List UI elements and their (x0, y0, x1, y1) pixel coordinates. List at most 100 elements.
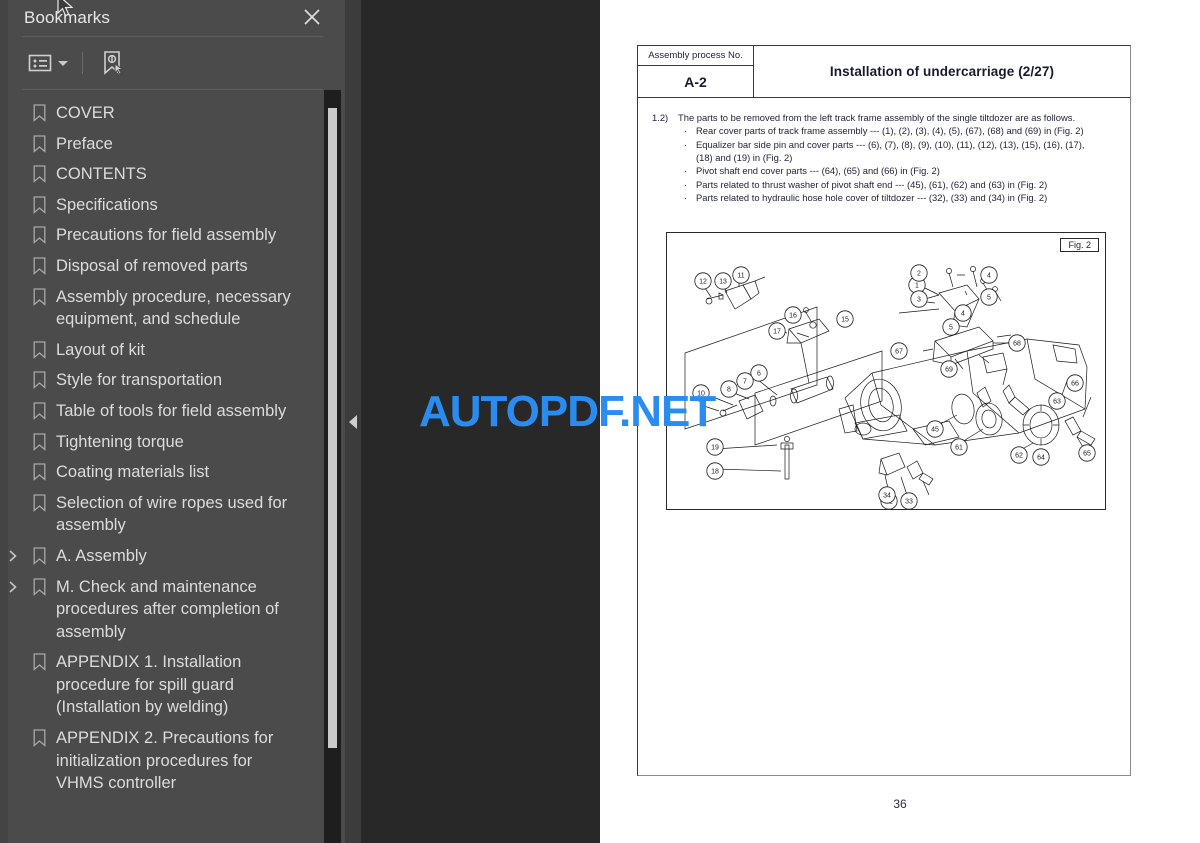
svg-text:4: 4 (961, 311, 965, 318)
page-number: 36 (893, 797, 907, 811)
list-options-icon[interactable] (26, 46, 70, 80)
bullet-marker: · (684, 125, 688, 137)
bullet-continuation: (18) and (19) in (Fig. 2) (696, 152, 793, 164)
bookmark-label: Layout of kit (56, 340, 145, 359)
bookmark-icon (26, 224, 52, 245)
bookmark-item[interactable]: M. Check and maintenance procedures afte… (0, 572, 322, 648)
chevron-down-icon[interactable] (58, 60, 68, 66)
svg-text:6: 6 (757, 371, 761, 378)
bookmark-item[interactable]: Precautions for field assembly (0, 220, 322, 251)
document-title-bar: Assembly process No. A-2 Installation of… (638, 46, 1130, 98)
bookmark-icon (26, 163, 52, 184)
bookmark-item[interactable]: A. Assembly (0, 541, 322, 572)
bookmark-label: Style for transportation (56, 371, 222, 390)
bookmark-item[interactable]: Tightening torque (0, 427, 322, 458)
bookmark-item[interactable]: Style for transportation (0, 365, 322, 396)
add-bookmark-icon[interactable] (97, 46, 127, 80)
section-paragraph: 1.2) The parts to be removed from the le… (646, 111, 1120, 124)
svg-text:62: 62 (1015, 453, 1023, 460)
bookmark-icon (26, 727, 52, 747)
bookmark-item[interactable]: Table of tools for field assembly (0, 396, 322, 427)
bullet-text: Rear cover parts of track frame assembly… (696, 125, 1084, 137)
chevron-right-icon[interactable] (0, 576, 26, 594)
bookmark-item[interactable]: Coating materials list (0, 457, 322, 488)
undercarriage-exploded-diagram: 1234545678101112131516171819323334456162… (684, 264, 1096, 509)
bookmark-icon (26, 102, 52, 122)
bookmark-item[interactable]: COVER (0, 98, 322, 129)
bookmark-item[interactable]: APPENDIX 2. Precautions for initializati… (0, 723, 322, 799)
svg-text:34: 34 (883, 493, 891, 500)
svg-text:64: 64 (1037, 455, 1045, 462)
bullet-item: · Parts related to hydraulic hose hole co… (646, 191, 1120, 204)
bookmark-item[interactable]: CONTENTS (0, 159, 322, 190)
svg-text:18: 18 (711, 469, 719, 476)
process-no-cell: Assembly process No. A-2 (638, 46, 754, 97)
bookmark-icon (26, 194, 52, 214)
bullet-text: Parts related to thrust washer of pivot … (696, 178, 1048, 190)
bookmarks-panel-header: Bookmarks (0, 0, 345, 36)
bookmark-label: Selection of wire ropes used for assembl… (56, 493, 288, 535)
svg-text:19: 19 (711, 445, 719, 452)
pdf-viewer-window: Bookmarks COVER Preface CONTENTS Specifi… (0, 0, 1200, 843)
bookmark-icon (26, 461, 52, 482)
process-no-value: A-2 (684, 73, 707, 90)
bookmark-item[interactable]: Assembly procedure, necessary equipment,… (0, 282, 322, 335)
bookmark-item[interactable]: APPENDIX 1. Installation procedure for s… (0, 647, 322, 723)
svg-text:67: 67 (895, 349, 903, 356)
chevron-right-icon[interactable] (0, 545, 26, 563)
section-number: 1.2) (652, 112, 669, 123)
svg-text:16: 16 (789, 313, 797, 320)
bullet-text: Pivot shaft end cover parts --- (64), (6… (696, 165, 940, 177)
svg-text:61: 61 (955, 445, 963, 452)
svg-text:45: 45 (931, 427, 939, 434)
bullet-text: Equalizer bar side pin and cover parts -… (696, 138, 1085, 150)
bookmarks-scrollbar-track[interactable] (324, 90, 341, 843)
bookmark-label: Table of tools for field assembly (56, 401, 287, 420)
bullet-marker: · (684, 138, 688, 150)
bookmark-item[interactable]: Layout of kit (0, 335, 322, 366)
bookmarks-scroll-area: COVER Preface CONTENTS Specifications Precau… (0, 90, 345, 843)
svg-text:8: 8 (727, 387, 731, 394)
svg-text:3: 3 (917, 297, 921, 304)
pdf-viewer-canvas[interactable]: Assembly process No. A-2 Installation of… (361, 0, 1200, 843)
bookmark-label: M. Check and maintenance procedures afte… (56, 577, 279, 641)
bookmark-label: Coating materials list (56, 463, 210, 482)
bullet-item: · Pivot shaft end cover parts --- (64), (… (646, 164, 1120, 177)
bookmark-label: Precautions for field assembly (56, 226, 277, 245)
close-icon[interactable] (299, 4, 325, 30)
bookmark-label: Tightening torque (56, 432, 184, 451)
bookmark-icon (26, 545, 52, 565)
panel-collapse-handle[interactable] (345, 0, 361, 843)
process-no-label: Assembly process No. (638, 46, 753, 66)
bookmark-item[interactable]: Selection of wire ropes used for assembl… (0, 488, 322, 541)
bookmark-item[interactable]: Preface (0, 129, 322, 160)
bookmark-icon (26, 492, 52, 512)
bookmarks-panel: Bookmarks COVER Preface CONTENTS Specifi… (0, 0, 345, 843)
svg-text:7: 7 (743, 379, 747, 386)
bookmark-icon (26, 255, 52, 275)
bullet-item: · Rear cover parts of track frame assembl… (646, 124, 1120, 137)
document-title: Installation of undercarriage (2/27) (829, 64, 1055, 79)
collapse-left-icon (349, 414, 357, 429)
bookmark-label: APPENDIX 2. Precautions for initializati… (56, 729, 274, 793)
bookmark-label: Assembly procedure, necessary equipment,… (56, 287, 291, 329)
watermark: AUTOPDF.NET (419, 387, 716, 436)
bookmark-label: A. Assembly (56, 546, 147, 565)
bookmark-icon (26, 369, 52, 390)
bookmark-item[interactable]: Disposal of removed parts (0, 251, 322, 282)
bullet-text: Parts related to hydraulic hose hole cov… (696, 192, 1048, 204)
bookmark-item[interactable]: Specifications (0, 190, 322, 221)
bookmarks-toolbar (0, 37, 345, 89)
bookmarks-scrollbar-thumb[interactable] (328, 108, 337, 748)
bookmark-icon (26, 133, 52, 153)
bookmark-label: APPENDIX 1. Installation procedure for s… (56, 653, 242, 717)
panel-title: Bookmarks (24, 8, 110, 27)
svg-text:69: 69 (945, 367, 953, 374)
svg-text:5: 5 (949, 325, 953, 332)
svg-text:17: 17 (773, 329, 781, 336)
bullet-marker: · (684, 165, 688, 177)
bookmark-label: Preface (56, 134, 113, 153)
svg-text:11: 11 (737, 273, 744, 280)
bookmark-label: CONTENTS (56, 165, 147, 184)
section-text: The parts to be removed from the left tr… (678, 112, 1076, 123)
